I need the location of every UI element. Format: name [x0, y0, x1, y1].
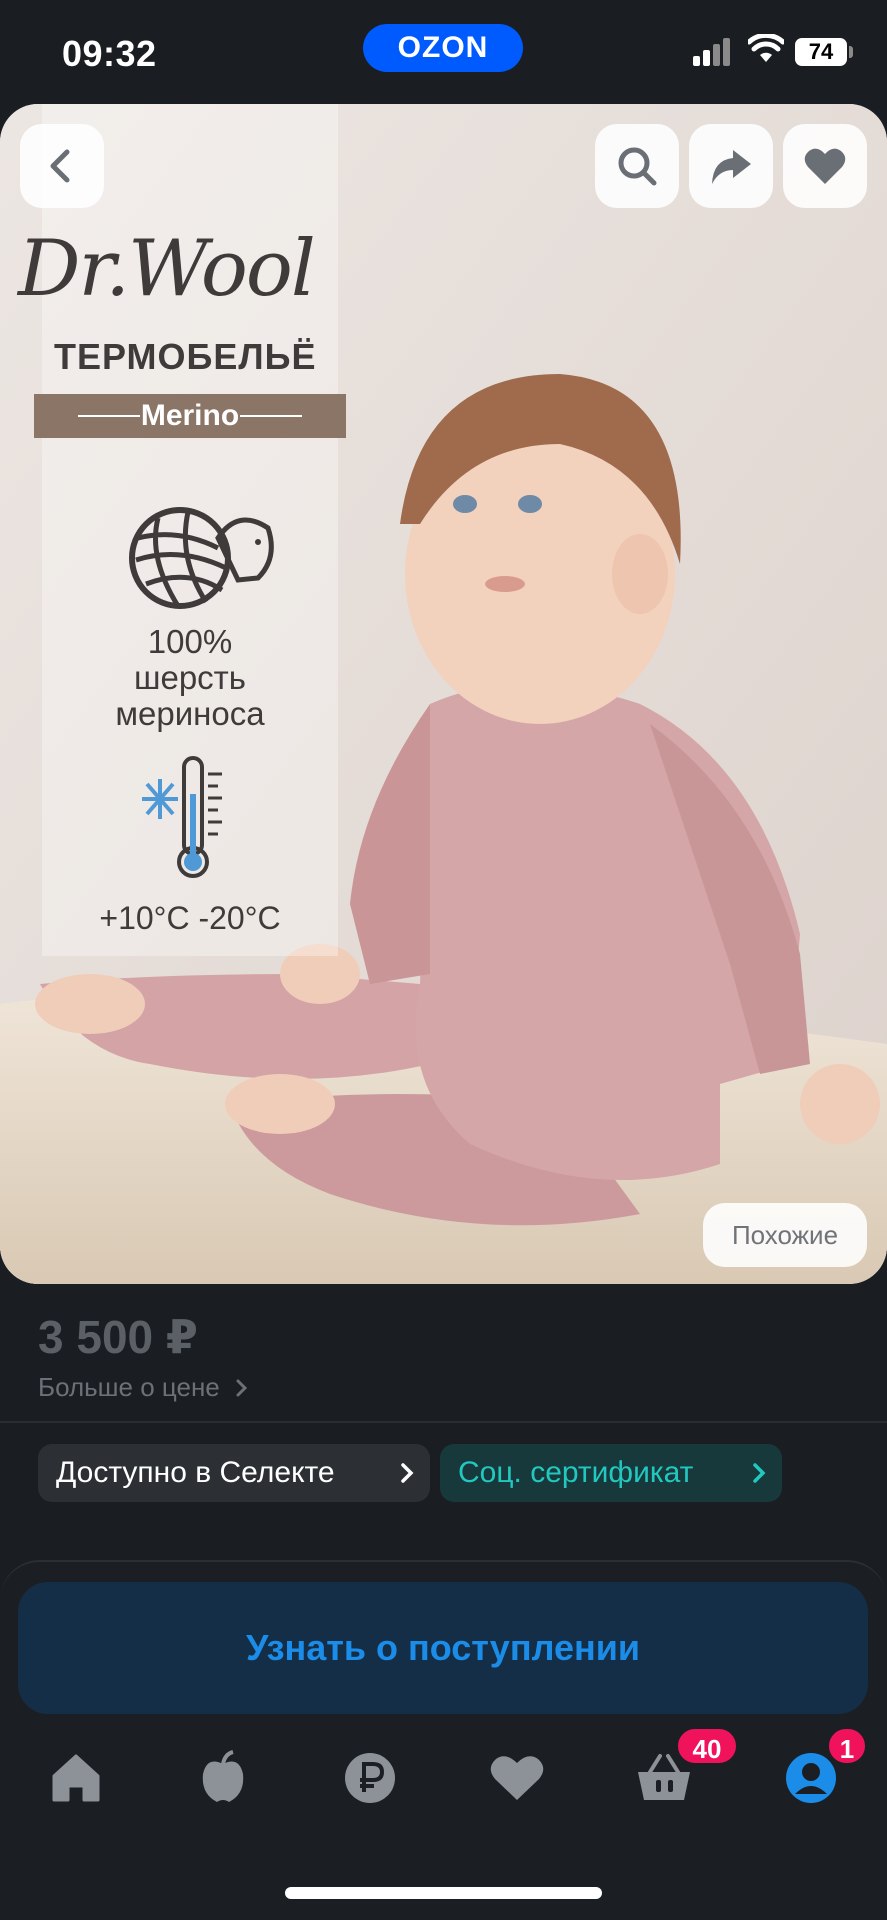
heart-icon	[490, 1756, 544, 1800]
status-bar: 09:32 OZON 74	[0, 0, 887, 100]
home-icon	[52, 1754, 100, 1802]
search-icon	[618, 147, 657, 186]
ruble-icon	[345, 1753, 395, 1803]
share-icon	[712, 150, 751, 184]
bottom-nav: 40 1	[0, 1726, 887, 1840]
more-price-link[interactable]: Больше о цене	[38, 1372, 251, 1403]
chevron-right-icon	[753, 1463, 766, 1483]
signal-icon	[693, 38, 730, 66]
product-image[interactable]: Dr.Wool ТЕРМОБЕЛЬЁ Merino 100% шерсть ме…	[0, 104, 887, 1284]
divider	[0, 1421, 887, 1423]
wool-ball-icon	[129, 507, 274, 609]
temperature-range: +10°C -20°C	[99, 900, 281, 936]
brand-logo: Dr.Wool	[18, 224, 316, 314]
wool-line-1: 100%	[147, 623, 233, 660]
chevron-right-icon	[236, 1379, 248, 1397]
search-button[interactable]	[595, 124, 679, 208]
favorite-button[interactable]	[783, 124, 867, 208]
app-label[interactable]: OZON	[363, 24, 523, 72]
wool-line-3: мериноса	[115, 695, 265, 732]
product-type: ТЕРМОБЕЛЬЁ	[54, 336, 317, 377]
wool-line-2: шерсть	[134, 659, 246, 696]
battery-tip	[849, 46, 853, 58]
nav-home[interactable]	[46, 1748, 106, 1808]
more-price-label: Больше о цене	[38, 1372, 220, 1402]
price: 3 500 ₽	[38, 1311, 198, 1363]
share-button[interactable]	[689, 124, 773, 208]
chevron-right-icon	[401, 1463, 414, 1483]
merino-tag: Merino	[34, 394, 346, 438]
clock: 09:32	[62, 33, 157, 74]
heart-icon	[804, 148, 846, 184]
wool-composition: 100% шерсть мериноса	[60, 624, 320, 732]
nav-favorites[interactable]	[487, 1748, 547, 1808]
select-chip[interactable]: Доступно в Селекте	[38, 1444, 430, 1502]
price-block-bottom	[0, 1518, 887, 1548]
battery-indicator: 74	[795, 38, 847, 66]
home-indicator	[285, 1887, 602, 1899]
profile-count-badge: 1	[826, 1726, 868, 1766]
chevron-left-icon	[50, 149, 70, 183]
cert-chip-label: Соц. сертификат	[458, 1456, 694, 1489]
back-button[interactable]	[20, 124, 104, 208]
thermometer-icon	[142, 756, 222, 878]
social-certificate-chip[interactable]: Соц. сертификат	[440, 1444, 782, 1502]
select-chip-label: Доступно в Селекте	[56, 1456, 335, 1489]
apple-icon	[202, 1750, 244, 1802]
nav-finance[interactable]	[340, 1748, 400, 1808]
cart-count-badge: 40	[675, 1726, 739, 1766]
notify-button[interactable]: Узнать о поступлении	[18, 1582, 868, 1714]
nav-fresh[interactable]	[193, 1748, 253, 1808]
similar-button[interactable]: Похожие	[703, 1203, 867, 1267]
wifi-icon	[748, 34, 784, 62]
